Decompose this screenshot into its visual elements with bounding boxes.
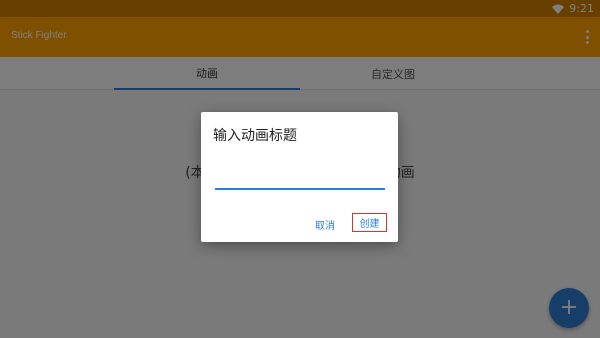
cancel-button[interactable]: 取消 <box>315 217 335 232</box>
animation-title-input[interactable] <box>215 172 385 190</box>
create-animation-dialog: 输入动画标题 取消 创建 <box>201 112 398 242</box>
create-button[interactable]: 创建 <box>352 213 387 232</box>
dialog-title: 输入动画标题 <box>213 128 297 144</box>
